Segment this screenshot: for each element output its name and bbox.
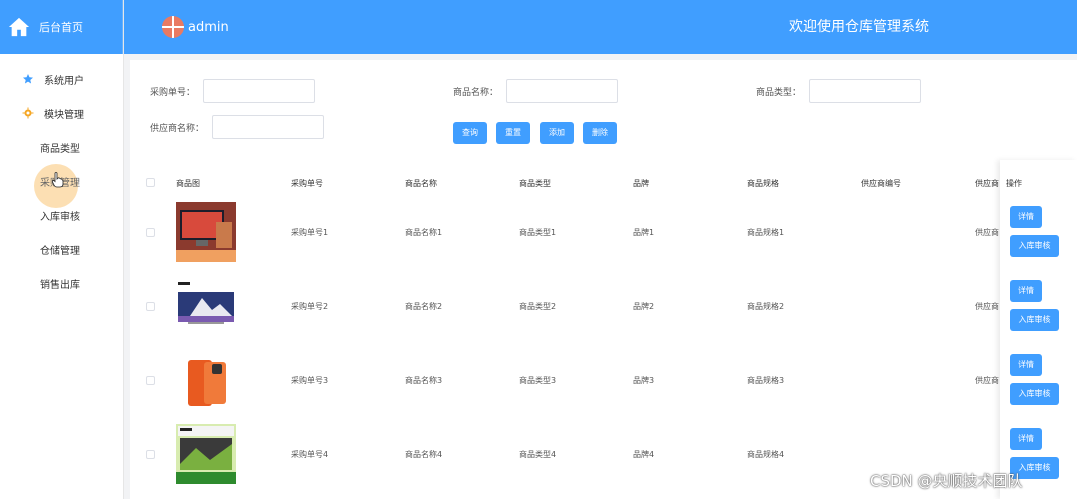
column-header: 品牌: [633, 179, 649, 188]
product-type-cell: 商品类型4: [519, 450, 557, 459]
table-header: 商品图 采购单号 商品名称 商品类型 品牌 商品规格 供应商编号 供应商: [130, 174, 1077, 194]
sidebar-item-label: 系统用户: [44, 75, 84, 87]
sidebar-item-storage-management[interactable]: 仓储管理: [0, 232, 123, 266]
product-type-cell: 商品类型3: [519, 376, 557, 385]
operations-column: 操作 详情 入库审核 详情 入库审核 详情 入库审核 详情 入库审核: [1000, 160, 1077, 499]
home-icon: [8, 17, 30, 37]
column-header: 商品规格: [747, 179, 779, 188]
filter-label: 供应商名称：: [150, 123, 205, 134]
watermark: CSDN @央顺技术团队: [870, 472, 1023, 490]
purchase-no-cell: 采购单号2: [291, 302, 329, 311]
product-name-cell: 商品名称1: [405, 228, 443, 237]
detail-button[interactable]: 详情: [1010, 354, 1042, 376]
spec-cell: 商品规格2: [747, 302, 785, 311]
brand-home-link[interactable]: 后台首页: [0, 0, 123, 54]
column-header: 供应商: [975, 179, 999, 188]
product-type-cell: 商品类型1: [519, 228, 557, 237]
reset-button[interactable]: 重置: [496, 122, 530, 144]
product-image: [176, 276, 236, 336]
row-checkbox[interactable]: [146, 228, 155, 237]
table-row: 采购单号3 商品名称3 商品类型3 品牌3 商品规格3 供应商: [130, 344, 1077, 418]
table-row: 采购单号2 商品名称2 商品类型2 品牌2 商品规格2 供应商: [130, 270, 1077, 344]
inbound-audit-button[interactable]: 入库审核: [1010, 309, 1059, 331]
product-name-cell: 商品名称2: [405, 302, 443, 311]
sidebar-item-product-types[interactable]: 商品类型: [0, 130, 123, 164]
sidebar-menu: 系统用户 模块管理 商品类型 采购管理 入库审核: [0, 54, 123, 300]
query-button[interactable]: 查询: [453, 122, 487, 144]
sidebar-item-label: 仓储管理: [40, 245, 80, 257]
product-type-cell: 商品类型2: [519, 302, 557, 311]
supplier-name-input[interactable]: [212, 115, 325, 139]
product-image: [176, 424, 236, 484]
inbound-audit-button[interactable]: 入库审核: [1010, 235, 1059, 257]
product-type-input[interactable]: [809, 79, 922, 103]
purchase-no-cell: 采购单号3: [291, 376, 329, 385]
product-name-cell: 商品名称4: [405, 450, 443, 459]
table-row: 采购单号1 商品名称1 商品类型1 品牌1 商品规格1 供应商: [130, 196, 1077, 270]
column-header: 商品名称: [405, 179, 437, 188]
filter-label: 采购单号：: [150, 87, 196, 98]
spec-cell: 商品规格1: [747, 228, 785, 237]
detail-button[interactable]: 详情: [1010, 428, 1042, 450]
sidebar-item-module-management[interactable]: 模块管理: [0, 96, 123, 130]
filter-label: 商品名称：: [453, 87, 499, 98]
filter-purchase-no: 采购单号：: [150, 79, 316, 103]
row-checkbox[interactable]: [146, 376, 155, 385]
select-all-checkbox[interactable]: [146, 178, 155, 187]
column-header: 采购单号: [291, 179, 323, 188]
sidebar-item-system-users[interactable]: 系统用户: [0, 62, 123, 96]
main-content: 采购单号： 商品名称： 商品类型： 供应商名称： 查询 重置 添加 删除 商品图…: [124, 54, 1077, 499]
add-button[interactable]: 添加: [540, 122, 574, 144]
sidebar-item-sales-outbound[interactable]: 销售出库: [0, 266, 123, 300]
filter-product-name: 商品名称：: [453, 79, 619, 103]
delete-button[interactable]: 删除: [583, 122, 617, 144]
sidebar-item-purchase-management[interactable]: 采购管理: [0, 164, 123, 208]
column-header: 操作: [1006, 179, 1022, 188]
column-header: 供应商编号: [861, 179, 901, 188]
column-header: 商品图: [176, 179, 200, 188]
brand-cell: 品牌3: [633, 376, 655, 385]
brand-cell: 品牌1: [633, 228, 655, 237]
sidebar-item-label: 销售出库: [40, 279, 80, 291]
system-title: 欢迎使用仓库管理系统: [789, 19, 929, 35]
star-icon: [23, 74, 33, 84]
column-header: 商品类型: [519, 179, 551, 188]
purchase-no-cell: 采购单号1: [291, 228, 329, 237]
supplier-cell: 供应商: [975, 228, 999, 237]
sidebar: 后台首页 系统用户 模块管理 商品类型 采购管理: [0, 0, 124, 499]
sidebar-item-label: 入库审核: [40, 211, 80, 223]
row-checkbox[interactable]: [146, 302, 155, 311]
purchase-no-input[interactable]: [203, 79, 316, 103]
content-panel: 采购单号： 商品名称： 商品类型： 供应商名称： 查询 重置 添加 删除 商品图…: [130, 60, 1077, 499]
brand-label: 后台首页: [39, 21, 83, 34]
filter-label: 商品类型：: [756, 87, 802, 98]
avatar[interactable]: [162, 16, 184, 38]
detail-button[interactable]: 详情: [1010, 280, 1042, 302]
brand-cell: 品牌2: [633, 302, 655, 311]
row-checkbox[interactable]: [146, 450, 155, 459]
supplier-cell: 供应商: [975, 302, 999, 311]
filter-supplier-name: 供应商名称：: [150, 115, 325, 139]
product-image: [176, 202, 236, 262]
top-header: admin 欢迎使用仓库管理系统: [124, 0, 1077, 54]
supplier-cell: 供应商: [975, 376, 999, 385]
spec-cell: 商品规格4: [747, 450, 785, 459]
product-name-cell: 商品名称3: [405, 376, 443, 385]
sidebar-item-label: 商品类型: [40, 143, 80, 155]
purchase-no-cell: 采购单号4: [291, 450, 329, 459]
hand-cursor-icon: [52, 172, 64, 188]
product-image: [176, 350, 236, 410]
detail-button[interactable]: 详情: [1010, 206, 1042, 228]
sidebar-item-inbound-audit[interactable]: 入库审核: [0, 198, 123, 232]
gear-icon: [22, 107, 34, 119]
product-name-input[interactable]: [506, 79, 619, 103]
brand-cell: 品牌4: [633, 450, 655, 459]
spec-cell: 商品规格3: [747, 376, 785, 385]
user-name[interactable]: admin: [188, 20, 229, 35]
sidebar-item-label: 模块管理: [44, 109, 84, 121]
inbound-audit-button[interactable]: 入库审核: [1010, 383, 1059, 405]
filter-product-type: 商品类型：: [756, 79, 922, 103]
